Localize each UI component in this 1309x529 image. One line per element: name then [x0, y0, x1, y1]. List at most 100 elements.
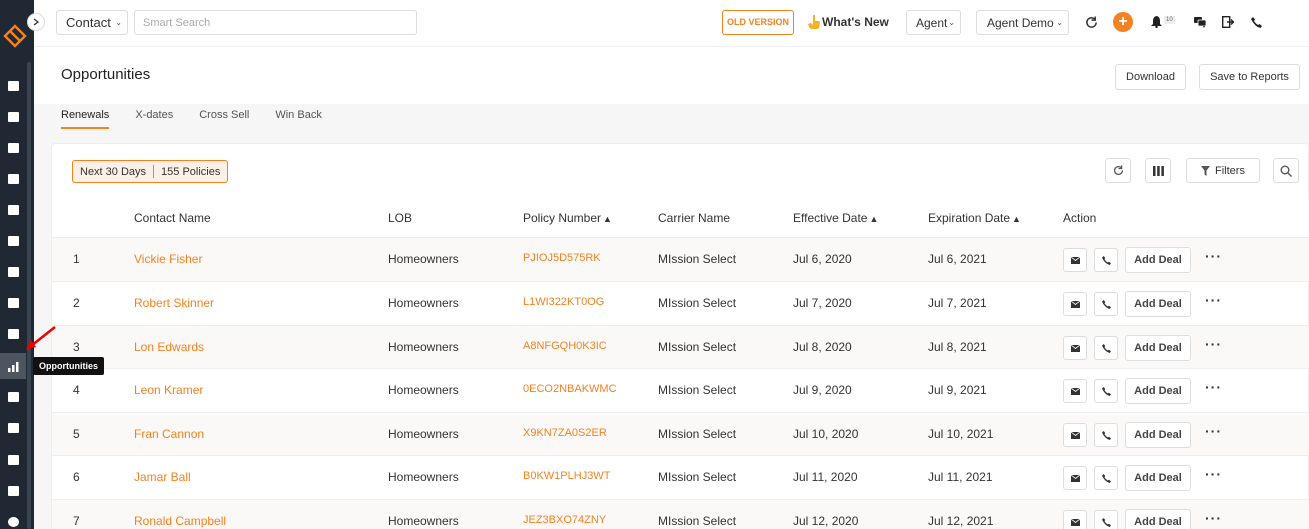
download-button[interactable]: Download [1115, 64, 1186, 90]
email-button[interactable] [1063, 248, 1087, 272]
add-deal-button[interactable]: Add Deal [1125, 247, 1191, 273]
sidebar-item-documents[interactable] [0, 135, 26, 161]
more-options-icon[interactable]: ··· [1205, 379, 1222, 395]
header-policy-number[interactable]: Policy Number ▲︎ [523, 211, 612, 225]
tab-x-dates[interactable]: X-dates [135, 109, 173, 129]
agent-demo-select[interactable]: Agent Demo ⌄ [976, 10, 1069, 35]
sidebar-collapse-button[interactable] [27, 13, 45, 31]
agent-demo-select-label: Agent Demo [987, 15, 1054, 30]
header-action: Action [1063, 211, 1097, 225]
table-row: 7 Ronald Campbell Homeowners JEZ3BXO74ZNY MI… [52, 499, 1309, 529]
contact-name-link[interactable]: Robert Skinner [134, 296, 214, 310]
sidebar-item-calendar[interactable] [0, 447, 26, 473]
add-deal-button[interactable]: Add Deal [1125, 465, 1191, 491]
add-deal-button[interactable]: Add Deal [1125, 335, 1191, 361]
more-options-icon[interactable]: ··· [1205, 423, 1222, 439]
notes-icon [7, 329, 19, 339]
more-options-icon[interactable]: ··· [1205, 292, 1222, 308]
email-button[interactable] [1063, 292, 1087, 316]
top-bar: Contact ⌄ OLD VERSION What's New Agent ⌄… [34, 0, 1309, 47]
email-button[interactable] [1063, 379, 1087, 403]
policy-number-link[interactable]: B0KW1PLHJ3WT [523, 470, 610, 482]
chat-icon[interactable] [1192, 14, 1208, 30]
whats-new-button[interactable]: What's New [808, 15, 889, 29]
effective-date-cell: Jul 7, 2020 [793, 296, 852, 310]
save-to-reports-button[interactable]: Save to Reports [1199, 64, 1300, 90]
add-deal-button[interactable]: Add Deal [1125, 509, 1191, 529]
sidebar-item-dollar[interactable] [0, 509, 26, 529]
call-button[interactable] [1094, 248, 1118, 272]
call-button[interactable] [1094, 292, 1118, 316]
refresh-icon[interactable] [1083, 14, 1099, 30]
envelope-icon [1070, 474, 1080, 482]
effective-date-cell: Jul 11, 2020 [793, 470, 858, 484]
contact-name-link[interactable]: Leon Kramer [134, 383, 203, 397]
table-search-button[interactable] [1273, 158, 1299, 183]
agent-select[interactable]: Agent ⌄ [906, 10, 961, 35]
expiration-date-cell: Jul 10, 2021 [928, 427, 994, 441]
policy-number-link[interactable]: L1WI322KT0OG [523, 296, 604, 308]
carrier-name-cell: MIssion Select [658, 383, 737, 397]
row-number: 6 [73, 470, 80, 484]
contact-name-link[interactable]: Fran Cannon [134, 427, 204, 441]
sidebar-item-list[interactable] [0, 197, 26, 223]
sidebar-item-report[interactable] [0, 415, 26, 441]
add-deal-button[interactable]: Add Deal [1125, 422, 1191, 448]
date-range-filter-badge[interactable]: Next 30 Days 155 Policies [72, 160, 229, 183]
call-button[interactable] [1094, 466, 1118, 490]
table-refresh-button[interactable] [1105, 158, 1131, 183]
list-icon [7, 205, 19, 215]
brand-logo-icon[interactable] [3, 24, 27, 48]
sidebar-item-calculator[interactable] [0, 228, 26, 254]
columns-button[interactable] [1145, 158, 1171, 183]
sidebar-item-filter-funnel[interactable] [0, 259, 26, 285]
email-button[interactable] [1063, 466, 1087, 490]
logout-icon[interactable] [1220, 14, 1236, 30]
sidebar-item-contacts[interactable] [0, 104, 26, 130]
contact-name-link[interactable]: Vickie Fisher [134, 252, 202, 266]
car-icon [7, 486, 19, 496]
header-effective-date[interactable]: Effective Date ▲︎ [793, 211, 878, 225]
old-version-button[interactable]: OLD VERSION [722, 10, 795, 35]
more-options-icon[interactable]: ··· [1205, 510, 1222, 526]
policy-number-link[interactable]: X9KN7ZA0S2ER [523, 427, 607, 439]
add-deal-button[interactable]: Add Deal [1125, 291, 1191, 317]
policy-number-link[interactable]: A8NFGQH0K3IC [523, 340, 607, 352]
header-expiration-date[interactable]: Expiration Date ▲︎ [928, 211, 1021, 225]
contact-name-link[interactable]: Ronald Campbell [134, 514, 226, 528]
tab-win-back[interactable]: Win Back [275, 109, 321, 129]
call-button[interactable] [1094, 336, 1118, 360]
quick-add-button[interactable]: + [1113, 12, 1133, 32]
contact-type-select[interactable]: Contact ⌄ [56, 10, 128, 35]
email-button[interactable] [1063, 423, 1087, 447]
add-deal-button[interactable]: Add Deal [1125, 378, 1191, 404]
call-button[interactable] [1094, 379, 1118, 403]
sidebar-item-megaphone[interactable] [0, 290, 26, 316]
policy-number-link[interactable]: JEZ3BXO74ZNY [523, 514, 606, 526]
call-button[interactable] [1094, 423, 1118, 447]
sidebar-item-chart[interactable] [0, 353, 26, 379]
call-button[interactable] [1094, 510, 1118, 529]
sidebar-scrollbar[interactable] [27, 62, 31, 529]
phone-icon[interactable] [1248, 14, 1264, 30]
contact-name-link[interactable]: Lon Edwards [134, 340, 204, 354]
smart-search-input[interactable] [134, 10, 417, 35]
effective-date-cell: Jul 10, 2020 [793, 427, 859, 441]
policy-number-link[interactable]: PJIOJ5D575RK [523, 252, 601, 264]
tab-cross-sell[interactable]: Cross Sell [199, 109, 249, 129]
more-options-icon[interactable]: ··· [1205, 336, 1222, 352]
more-options-icon[interactable]: ··· [1205, 466, 1222, 482]
sidebar-item-bank[interactable] [0, 166, 26, 192]
contact-name-link[interactable]: Jamar Ball [134, 470, 191, 484]
sidebar-item-mail[interactable] [0, 384, 26, 410]
sidebar-item-car[interactable] [0, 478, 26, 504]
policy-number-link[interactable]: 0ECO2NBAKWMC [523, 383, 617, 395]
filters-button[interactable]: Filters [1186, 158, 1260, 183]
sidebar-item-dashboard[interactable] [0, 73, 26, 99]
tab-renewals[interactable]: Renewals [61, 109, 110, 129]
more-options-icon[interactable]: ··· [1205, 248, 1222, 264]
email-button[interactable] [1063, 336, 1087, 360]
email-button[interactable] [1063, 510, 1087, 529]
bell-icon[interactable] [1148, 14, 1164, 30]
contacts-icon [7, 112, 19, 122]
